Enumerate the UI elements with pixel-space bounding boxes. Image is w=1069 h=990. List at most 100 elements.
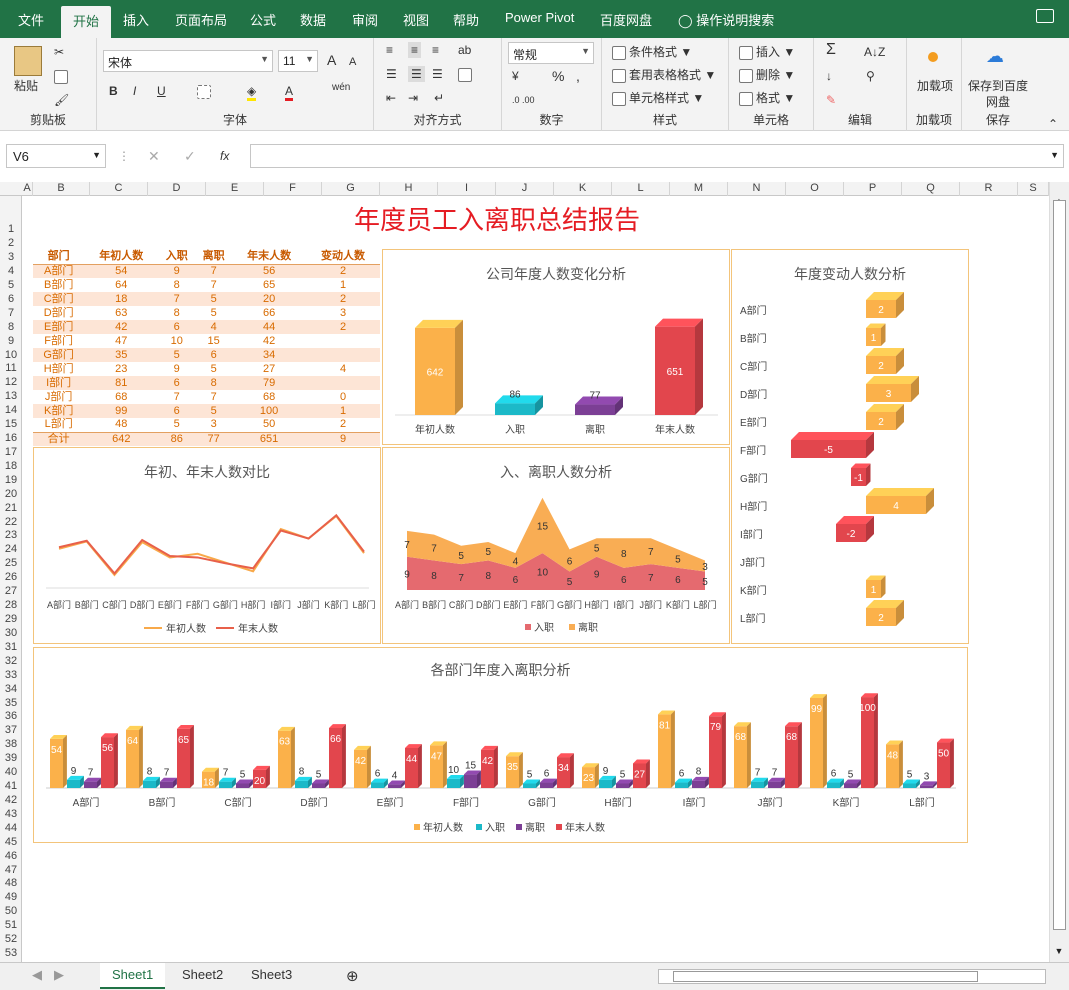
table-cell[interactable]: 7 <box>195 264 233 278</box>
insert-function-button[interactable]: fx <box>220 148 229 164</box>
row-header[interactable]: 51 <box>0 918 21 932</box>
row-header[interactable]: 36 <box>0 709 21 723</box>
column-header[interactable]: G <box>322 182 380 196</box>
table-cell[interactable]: 44 <box>232 320 307 334</box>
table-cell[interactable]: 50 <box>232 418 306 432</box>
row-header[interactable]: 19 <box>0 473 21 487</box>
font-color-icon[interactable]: A <box>285 83 294 101</box>
column-header[interactable]: N <box>728 182 786 196</box>
row-header[interactable]: 31 <box>0 640 21 654</box>
align-bottom-icon[interactable]: ≡ <box>432 42 439 58</box>
indent-increase-icon[interactable]: ⇥ <box>408 90 418 106</box>
cell-styles-button[interactable]: 单元格样式 ▼ <box>612 90 704 106</box>
table-cell[interactable]: 5 <box>195 362 232 376</box>
column-header[interactable]: O <box>786 182 844 196</box>
row-header[interactable]: 35 <box>0 696 21 710</box>
indent-decrease-icon[interactable]: ⇤ <box>386 90 396 106</box>
column-header[interactable]: A <box>22 182 33 196</box>
font-shrink-icon[interactable]: A <box>349 54 356 70</box>
sheet-tab-2[interactable]: Sheet2 <box>170 963 235 989</box>
row-header[interactable]: 37 <box>0 723 21 737</box>
comments-icon[interactable] <box>1036 9 1054 23</box>
row-header[interactable]: 44 <box>0 821 21 835</box>
increase-decimal-icon[interactable]: .0 .00 <box>512 92 535 108</box>
cancel-icon[interactable]: ✕ <box>148 148 160 164</box>
table-cell[interactable]: B部门 <box>33 278 84 292</box>
table-cell[interactable]: 10 <box>158 334 195 348</box>
save-to-baidu-button[interactable]: 保存到百度网盘 <box>968 78 1028 110</box>
table-cell[interactable]: 2 <box>306 418 380 432</box>
table-cell[interactable]: G部门 <box>33 348 85 362</box>
align-top-icon[interactable]: ≡ <box>386 42 393 58</box>
copy-icon[interactable] <box>54 68 71 84</box>
table-cell[interactable]: 7 <box>195 278 232 292</box>
comma-button[interactable]: , <box>576 68 580 84</box>
table-cell[interactable]: 5 <box>195 292 233 306</box>
column-header[interactable]: M <box>670 182 728 196</box>
table-cell[interactable]: C部门 <box>33 292 85 306</box>
row-header[interactable]: 39 <box>0 751 21 765</box>
tab-view[interactable]: 视图 <box>403 10 429 29</box>
tell-me-search[interactable]: ◯ 操作说明搜索 <box>678 10 774 29</box>
table-cell[interactable]: K部门 <box>33 404 85 418</box>
formula-input[interactable]: ▼ <box>250 144 1064 168</box>
row-header[interactable]: 25 <box>0 556 21 570</box>
row-header[interactable]: 1 <box>0 222 21 236</box>
row-header[interactable]: 15 <box>0 417 21 431</box>
row-header[interactable]: 29 <box>0 612 21 626</box>
table-cell[interactable]: E部门 <box>33 320 85 334</box>
align-right-icon[interactable]: ☰ <box>432 66 443 82</box>
chart-dept-analysis[interactable]: 各部门年度入离职分析 54 9 7 56 A部门 64 8 7 65 B部门 18 7 5 20 C部门 63… <box>33 647 968 843</box>
table-cell[interactable]: J部门 <box>33 390 84 404</box>
table-cell[interactable] <box>306 348 380 362</box>
phonetic-button[interactable]: wén <box>332 80 350 96</box>
table-cell[interactable]: 18 <box>84 292 159 306</box>
row-header[interactable]: 52 <box>0 932 21 946</box>
row-header[interactable]: 18 <box>0 459 21 473</box>
table-cell[interactable]: 68 <box>232 390 306 404</box>
row-header[interactable]: 47 <box>0 863 21 877</box>
row-header[interactable]: 43 <box>0 807 21 821</box>
tab-insert[interactable]: 插入 <box>123 10 149 29</box>
row-header[interactable]: 10 <box>0 348 21 362</box>
column-header[interactable]: K <box>554 182 612 196</box>
sheet-tab-3[interactable]: Sheet3 <box>239 963 304 989</box>
row-header[interactable]: 46 <box>0 849 21 863</box>
column-header[interactable]: B <box>33 182 90 196</box>
number-format-combo[interactable]: 常规 ▼ <box>508 42 594 64</box>
tab-help[interactable]: 帮助 <box>453 10 479 29</box>
enter-icon[interactable]: ✓ <box>184 148 196 164</box>
table-cell[interactable]: 64 <box>84 278 158 292</box>
align-middle-icon[interactable]: ≡ <box>408 42 422 58</box>
underline-button[interactable]: U <box>157 83 166 99</box>
row-header[interactable]: 34 <box>0 682 21 696</box>
horizontal-scrollbar[interactable] <box>658 969 1046 984</box>
table-total-cell[interactable]: 77 <box>195 431 233 446</box>
fill-icon[interactable]: ↓ <box>826 68 832 84</box>
table-cell[interactable]: 5 <box>158 418 195 432</box>
row-header[interactable]: 6 <box>0 292 21 306</box>
table-cell[interactable]: 7 <box>158 292 196 306</box>
column-header[interactable]: J <box>496 182 554 196</box>
table-cell[interactable]: L部门 <box>33 418 84 432</box>
chart-company-change[interactable]: 公司年度人数变化分析 642 年初人数 86 入职 77 离职 651 年末人数 <box>382 249 730 445</box>
chart-start-end-compare[interactable]: 年初、年末人数对比 A部门 B部门 C部门 D部门 E部门 F部门 G部门 H部门 I部门 J部门… <box>33 447 381 644</box>
tab-home[interactable]: 开始 <box>61 6 112 38</box>
worksheet-grid[interactable]: 年度员工入离职总结报告 部门 年初人数 入职 离职 年末人数 变动人数 A部门 54 9 7 56 2… <box>23 196 1049 962</box>
row-header[interactable]: 26 <box>0 570 21 584</box>
table-cell[interactable]: 4 <box>306 362 380 376</box>
table-cell[interactable]: 66 <box>232 306 306 320</box>
table-cell[interactable]: 68 <box>84 390 158 404</box>
table-cell[interactable]: 20 <box>232 292 307 306</box>
row-header[interactable]: 21 <box>0 501 21 515</box>
wrap-icon[interactable]: ↵ <box>434 90 444 106</box>
find-icon[interactable]: ⚲ <box>866 68 875 84</box>
column-header[interactable]: L <box>612 182 670 196</box>
table-cell[interactable]: 47 <box>84 334 158 348</box>
insert-cells-button[interactable]: 插入 ▼ <box>739 44 795 60</box>
next-sheet-icon[interactable]: ▶ <box>42 963 76 989</box>
row-header[interactable]: 49 <box>0 890 21 904</box>
font-size-combo[interactable]: 11 ▼ <box>278 50 318 72</box>
table-cell[interactable]: 99 <box>84 404 159 418</box>
row-header[interactable]: 30 <box>0 626 21 640</box>
